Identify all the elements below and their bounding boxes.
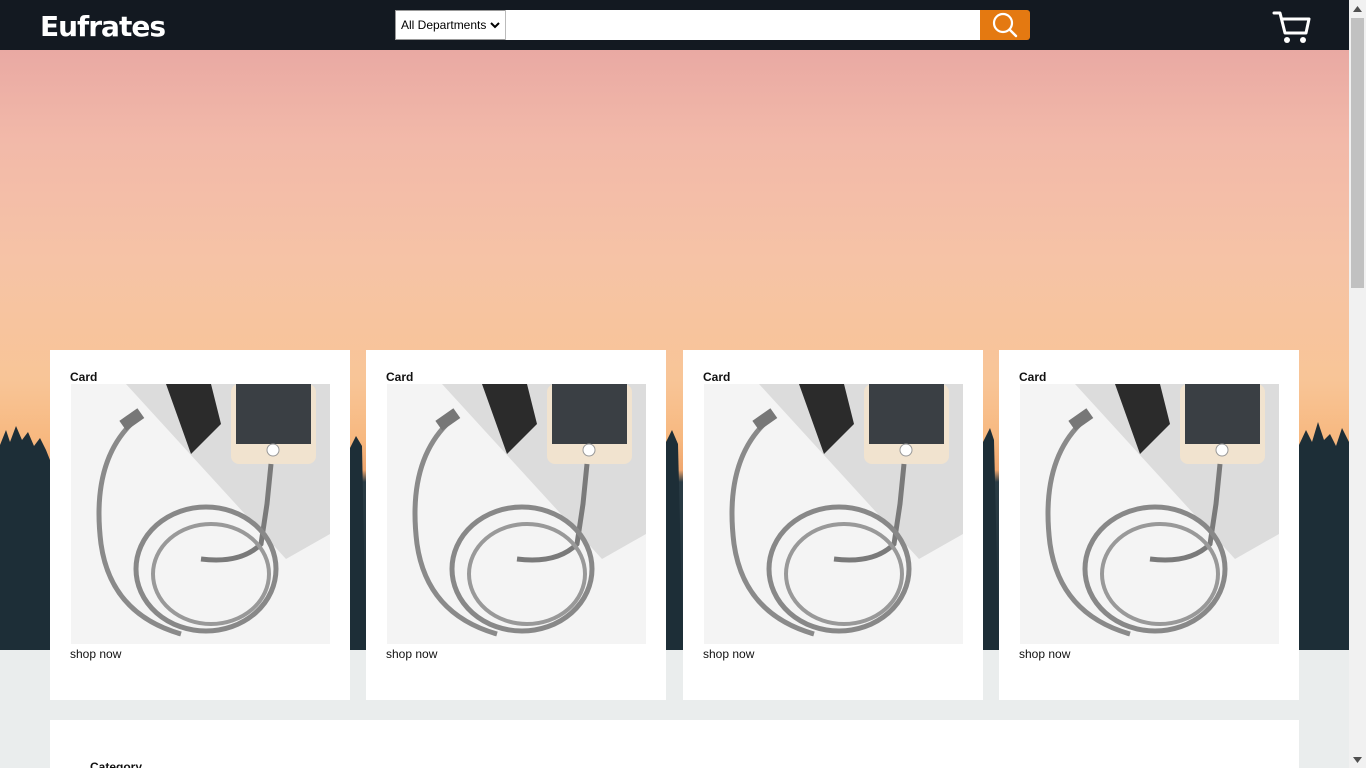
product-image[interactable] <box>704 384 963 644</box>
top-nav-bar: Eufrates All Departments <box>0 0 1349 50</box>
category-title: Category <box>90 760 143 768</box>
vertical-scrollbar[interactable] <box>1349 0 1366 768</box>
shop-now-link[interactable]: shop now <box>386 647 437 661</box>
shop-now-link[interactable]: shop now <box>703 647 754 661</box>
product-card[interactable]: Card shop now <box>366 350 666 700</box>
search-icon <box>992 12 1018 38</box>
product-card[interactable]: Card shop now <box>683 350 983 700</box>
search-button[interactable] <box>980 10 1030 40</box>
product-card[interactable]: Card shop now <box>50 350 350 700</box>
card-title: Card <box>386 370 414 384</box>
search-input[interactable] <box>505 10 980 40</box>
product-image[interactable] <box>71 384 330 644</box>
card-title: Card <box>703 370 731 384</box>
category-section: Category <box>50 720 1299 768</box>
shop-now-link[interactable]: shop now <box>70 647 121 661</box>
department-select-label: All Departments <box>401 18 487 32</box>
product-image[interactable] <box>387 384 646 644</box>
cart-icon[interactable] <box>1272 8 1312 46</box>
scrollbar-thumb[interactable] <box>1351 18 1364 288</box>
site-logo[interactable]: Eufrates <box>40 10 166 43</box>
card-title: Card <box>70 370 98 384</box>
shop-now-link[interactable]: shop now <box>1019 647 1070 661</box>
card-title: Card <box>1019 370 1047 384</box>
product-image[interactable] <box>1020 384 1279 644</box>
search-bar: All Departments <box>395 10 1030 40</box>
chevron-down-icon <box>490 22 500 29</box>
product-card[interactable]: Card shop now <box>999 350 1299 700</box>
department-select[interactable]: All Departments <box>395 10 505 40</box>
scroll-down-arrow-icon[interactable] <box>1349 751 1366 768</box>
scroll-up-arrow-icon[interactable] <box>1349 0 1366 17</box>
